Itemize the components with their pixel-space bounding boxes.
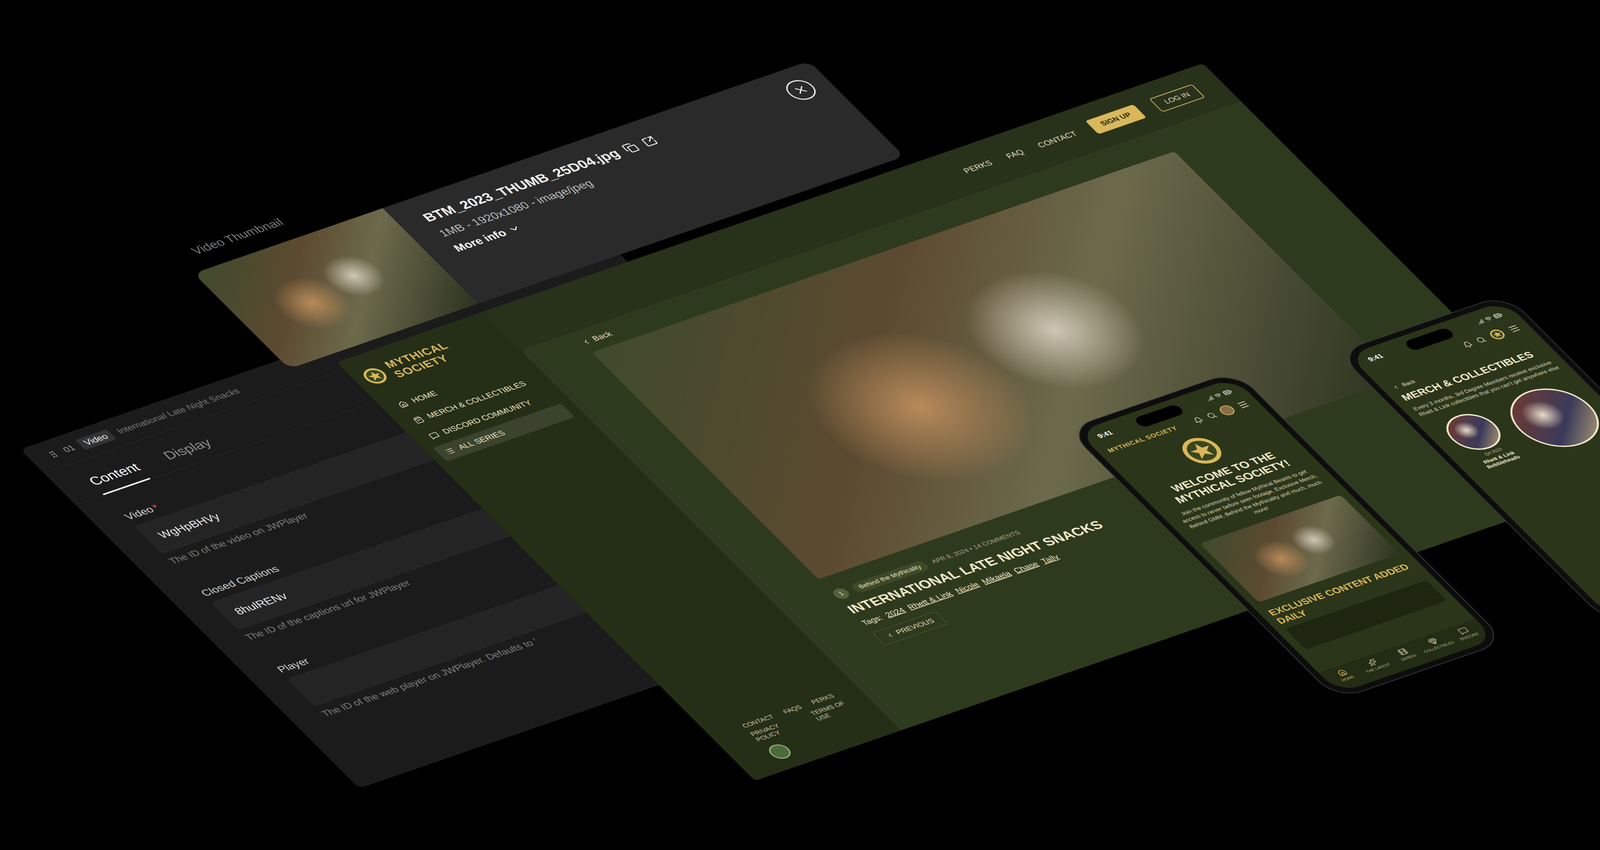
footer: CONTACTFAQSPERKSPRIVACY POLICYTERMS OF U… [717,687,883,769]
chevron-left-icon [1390,383,1402,391]
bag-icon [411,415,426,425]
signal-icon [1474,318,1486,326]
nav-link[interactable]: CONTACT [1035,129,1080,150]
badge-logo-icon [1485,327,1510,342]
dynamic-island [1132,403,1186,428]
badge-logo-icon [1170,431,1233,470]
tag-link[interactable]: Mikaela [979,569,1014,586]
tab[interactable]: Display [159,435,223,470]
episode-number: 1 [830,586,853,601]
search-icon[interactable] [1474,335,1488,345]
search-icon[interactable] [1205,411,1219,420]
block-index: 01 [60,442,78,454]
logo-text[interactable]: MYTHICAL SOCIETY [1105,425,1180,454]
external-link-icon[interactable] [639,134,660,148]
wifi-icon [1482,315,1494,323]
message-icon [1456,626,1471,635]
tab-bar-item[interactable]: COLLECTIBLES [1415,632,1456,654]
nav-link[interactable]: FAQ [1003,147,1027,160]
close-button[interactable] [780,77,822,103]
gem-icon [1426,636,1440,646]
block-type: Video [75,428,117,450]
tags-label: Tags: [859,613,885,627]
featured-product-image[interactable] [1492,378,1600,457]
log-in-button[interactable]: LOG IN [1148,83,1205,112]
message-icon [427,430,441,440]
signal-icon [1204,395,1215,403]
menu-icon[interactable] [1235,399,1252,410]
previous-button[interactable]: PREVIOUS [872,610,949,646]
house-icon [396,399,410,409]
tag-link[interactable]: Tally [1038,552,1062,565]
chevron-left-icon [579,337,593,346]
block-title: International Late Night Snacks [114,386,243,436]
dynamic-island [1403,326,1457,351]
grip-icon[interactable] [45,448,62,460]
chevron-down-icon [505,222,525,235]
bell-icon[interactable] [1191,415,1206,425]
tag-link[interactable]: Chase [1011,559,1041,575]
tab-bar-item[interactable]: THE LATEST [1354,653,1395,675]
sign-up-button[interactable]: SIGN UP [1085,104,1147,135]
footer-link[interactable]: FAQS [781,703,804,715]
tab-bar-item[interactable]: DISCORD [1445,622,1487,643]
menu-icon[interactable] [1505,323,1523,334]
required-mark: * [149,502,163,513]
file-name-row: BTM_2023_THUMB_25D04.jpg [419,87,795,225]
film-icon [1395,647,1410,656]
battery-icon [1491,311,1505,320]
tab-bar-item[interactable]: SERIES [1384,643,1426,665]
showcase-canvas: 01VideoInternational Late Night Snacks Co… [0,0,1600,850]
house-icon [1335,667,1349,677]
battery-icon [1220,387,1235,397]
chat-bubble-icon[interactable] [764,741,795,761]
tag-link[interactable]: Nicole [952,580,982,595]
status-time: 9:41 [1365,352,1385,363]
list-icon [442,446,457,456]
chevron-left-icon [884,630,897,639]
bell-icon[interactable] [1460,340,1475,349]
avatar[interactable] [1216,403,1238,417]
close-icon [790,82,813,97]
status-time: 9:41 [1095,429,1115,440]
wifi-icon [1212,392,1224,400]
tag-link[interactable]: 2024 [882,605,908,619]
tab[interactable]: Content [85,460,151,495]
sparkles-icon [1365,657,1380,667]
nav-link[interactable]: PERKS [961,158,995,175]
copy-icon[interactable] [620,141,642,155]
tab-bar-item[interactable]: HOME [1323,664,1365,685]
